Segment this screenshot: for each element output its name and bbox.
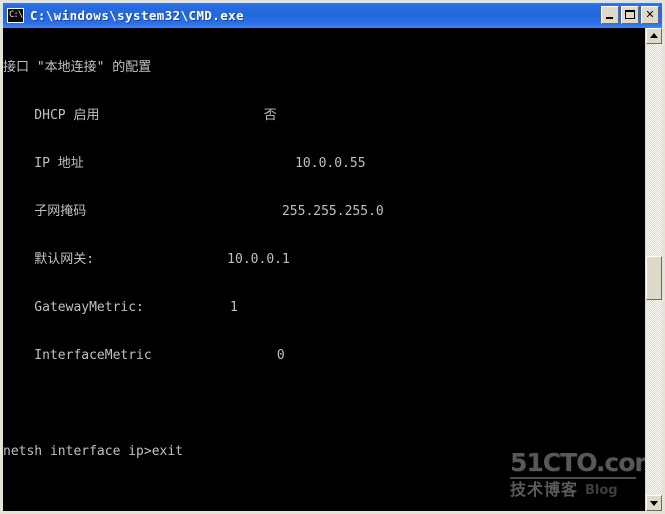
title-bar[interactable]: C:\ C:\windows\system32\CMD.exe ✕: [3, 3, 662, 28]
chevron-down-icon: [650, 501, 658, 506]
console-line: InterfaceMetric 0: [3, 348, 285, 363]
close-icon: ✕: [645, 8, 655, 21]
scroll-down-arrow-button[interactable]: [646, 495, 662, 511]
console-line: GatewayMetric: 1: [3, 300, 238, 315]
scrollbar-thumb[interactable]: [646, 256, 662, 300]
console-line: 默认网关: 10.0.0.1: [3, 252, 290, 267]
vertical-scrollbar[interactable]: [645, 28, 662, 511]
chevron-up-icon: [650, 33, 658, 38]
cmd-console-icon[interactable]: C:\: [7, 8, 24, 23]
console-line: netsh interface ip>exit: [3, 444, 184, 459]
console-line: 子网掩码 255.255.255.0: [3, 204, 384, 219]
console-line: IP 地址 10.0.0.55: [3, 156, 366, 171]
command-prompt-window: C:\ C:\windows\system32\CMD.exe ✕ 接口 "本地…: [0, 0, 665, 514]
scroll-up-arrow-button[interactable]: [646, 28, 662, 44]
console-text-buffer: 接口 "本地连接" 的配置 DHCP 启用 否 IP 地址 10.0.0.55 …: [3, 28, 633, 511]
minimize-icon: [606, 17, 613, 19]
cmd-icon-glyph: C:\: [9, 10, 23, 20]
window-title: C:\windows\system32\CMD.exe: [30, 8, 244, 23]
console-output-area[interactable]: 接口 "本地连接" 的配置 DHCP 启用 否 IP 地址 10.0.0.55 …: [3, 28, 662, 511]
maximize-icon: [625, 10, 635, 19]
close-button[interactable]: ✕: [641, 6, 659, 24]
console-line: DHCP 启用 否: [3, 108, 277, 123]
minimize-button[interactable]: [601, 6, 619, 24]
console-line: 接口 "本地连接" 的配置: [3, 60, 152, 75]
maximize-button[interactable]: [621, 6, 639, 24]
window-controls: ✕: [601, 6, 659, 24]
